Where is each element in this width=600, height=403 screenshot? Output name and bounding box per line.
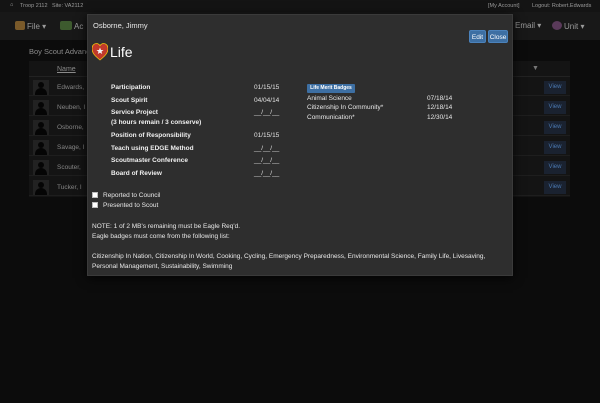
avatar — [33, 80, 49, 95]
req-date: __/__/__ — [254, 145, 280, 152]
row-name[interactable]: Neuben, I — [57, 104, 85, 111]
merit-badge-name: Animal Science — [307, 95, 352, 102]
nav-activities-menu[interactable]: Ac — [60, 21, 83, 31]
view-button[interactable]: View — [544, 101, 566, 114]
reported-to-council-row[interactable]: Reported to Council — [92, 192, 160, 199]
reported-to-council-checkbox[interactable] — [92, 192, 98, 198]
req-date: 01/15/15 — [254, 132, 280, 139]
filter-icon[interactable]: ▼ — [532, 65, 539, 72]
merit-badge-date: 12/30/14 — [427, 114, 453, 121]
view-button[interactable]: View — [544, 141, 566, 154]
page-heading: Boy Scout Advanc — [29, 47, 90, 56]
req-date: 04/04/14 — [254, 97, 280, 104]
row-name[interactable]: Scouter, — [57, 164, 81, 171]
troop-label: Troop 2112 — [20, 3, 48, 9]
activities-icon — [60, 21, 72, 30]
merit-badge-date: 12/18/14 — [427, 104, 453, 111]
life-rank-icon — [92, 43, 108, 61]
merit-badge-date: 07/18/14 — [427, 95, 453, 102]
edit-button[interactable]: Edit — [469, 30, 486, 43]
rank-detail-modal: Osborne, Jimmy Edit Close Life Participa… — [87, 14, 513, 276]
req-label: Participation — [111, 84, 151, 91]
req-label: Service Project — [111, 109, 158, 116]
avatar — [33, 160, 49, 175]
req-date: 01/15/15 — [254, 84, 280, 91]
merit-badge-name: Communication* — [307, 114, 355, 121]
row-name[interactable]: Tucker, I — [57, 184, 82, 191]
eagle-badge-list: Citizenship In Nation, Citizenship In Wo… — [92, 253, 486, 270]
req-label: Board of Review — [111, 170, 162, 177]
avatar — [33, 180, 49, 195]
checkbox-label: Reported to Council — [103, 192, 161, 199]
presented-to-scout-checkbox[interactable] — [92, 202, 98, 208]
req-label: Position of Responsibility — [111, 132, 191, 139]
avatar — [33, 100, 49, 115]
top-bar: ⌂ Troop 2112 Site: VA2112 [My Account] L… — [0, 0, 600, 12]
req-sublabel: (3 hours remain / 3 conserve) — [111, 119, 202, 126]
req-date: __/__/__ — [254, 157, 280, 164]
my-account-link[interactable]: [My Account] — [488, 3, 520, 9]
avatar — [33, 120, 49, 135]
presented-to-scout-row[interactable]: Presented to Scout — [92, 202, 158, 209]
home-icon[interactable]: ⌂ — [10, 2, 13, 8]
view-button[interactable]: View — [544, 81, 566, 94]
logout-link[interactable]: Logout: Robert.Edwards — [532, 3, 591, 9]
eagle-note: NOTE: 1 of 2 MB's remaining must be Eagl… — [92, 223, 241, 230]
close-button[interactable]: Close — [488, 30, 508, 43]
merit-badge-name: Citizenship In Community* — [307, 104, 384, 111]
modal-title: Osborne, Jimmy — [93, 21, 148, 30]
nav-file-menu[interactable]: File ▾ — [15, 21, 46, 31]
view-button[interactable]: View — [544, 181, 566, 194]
nav-file-label: File — [27, 22, 40, 31]
nav-unit-menu[interactable]: Unit ▾ — [552, 21, 584, 31]
name-column-header[interactable]: Name — [57, 66, 76, 73]
req-date: __/__/__ — [254, 109, 280, 116]
row-name[interactable]: Savage, I — [57, 144, 84, 151]
nav-unit-label: Unit — [564, 22, 579, 31]
avatar — [33, 140, 49, 155]
row-name[interactable]: Edwards, — [57, 84, 84, 91]
view-button[interactable]: View — [544, 161, 566, 174]
req-label: Scoutmaster Conference — [111, 157, 188, 164]
rank-name: Life — [110, 44, 133, 60]
file-icon — [15, 21, 25, 30]
checkbox-label: Presented to Scout — [103, 202, 159, 209]
req-date: __/__/__ — [254, 170, 280, 177]
eagle-note-list-intro: Eagle badges must come from the followin… — [92, 233, 230, 240]
nav-email-label: Email — [515, 21, 536, 30]
row-name[interactable]: Osborne, — [57, 124, 84, 131]
req-label: Teach using EDGE Method — [111, 145, 194, 152]
nav-email-menu[interactable]: Email ▾ — [515, 21, 541, 30]
site-label: Site: VA2112 — [52, 3, 84, 9]
nav-activities-label: Ac — [74, 22, 84, 31]
merit-badges-header: Life Merit Badges — [307, 84, 355, 93]
unit-icon — [552, 21, 562, 30]
view-button[interactable]: View — [544, 121, 566, 134]
req-label: Scout Spirit — [111, 97, 148, 104]
